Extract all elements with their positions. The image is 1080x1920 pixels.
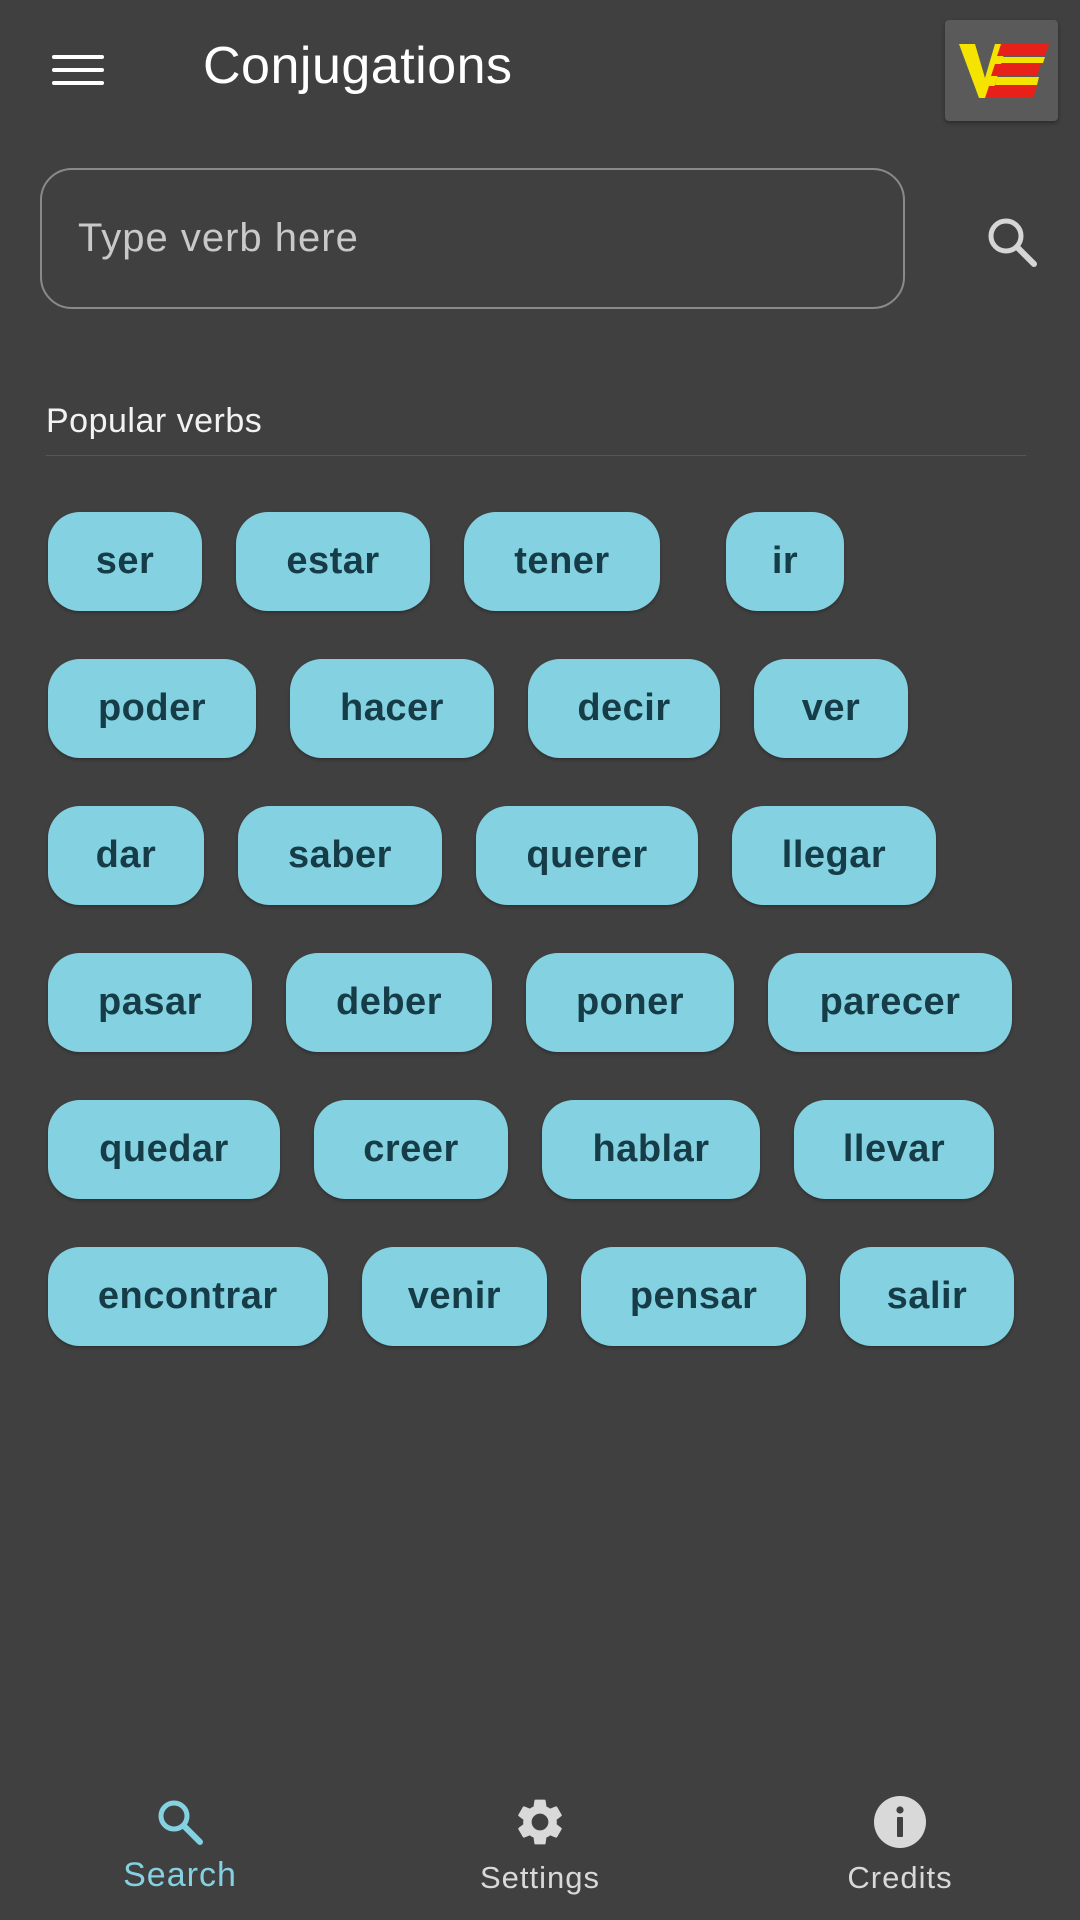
verb-chip-poder[interactable]: poder [48,659,256,758]
nav-credits[interactable]: Credits [780,1760,1020,1920]
verb-chip-deber[interactable]: deber [286,953,492,1052]
verb-search-input[interactable] [76,170,866,307]
verb-chip-pasar[interactable]: pasar [48,953,252,1052]
search-icon [152,1794,208,1850]
verb-chip-dar[interactable]: dar [48,806,204,905]
app-bar: Conjugations [0,0,1080,140]
search-icon[interactable] [980,210,1044,274]
nav-settings[interactable]: Settings [420,1760,660,1920]
verb-chip-ir[interactable]: ir [726,512,844,611]
verb-chip-hablar[interactable]: hablar [542,1100,760,1199]
hamburger-menu-icon[interactable] [52,55,106,89]
verb-chip-tener[interactable]: tener [464,512,660,611]
verb-chip-querer[interactable]: querer [476,806,698,905]
nav-settings-label: Settings [479,1860,600,1895]
verb-chip-row: quedar creer hablar llevar [48,1100,1048,1199]
page-title: Conjugations [203,37,513,95]
popular-verbs-heading: Popular verbs [46,402,263,440]
verb-chip-saber[interactable]: saber [238,806,442,905]
verb-chip-hacer[interactable]: hacer [290,659,494,758]
info-icon [872,1794,928,1850]
verb-chip-parecer[interactable]: parecer [768,953,1012,1052]
gear-icon [512,1794,568,1850]
verb-chip-decir[interactable]: decir [528,659,720,758]
nav-search[interactable]: Search [60,1760,300,1920]
verb-chip-llevar[interactable]: llevar [794,1100,994,1199]
verb-chip-encontrar[interactable]: encontrar [48,1247,328,1346]
verb-chip-quedar[interactable]: quedar [48,1100,280,1199]
verb-chip-poner[interactable]: poner [526,953,734,1052]
verb-chip-list: ser estar tener ir poder hacer decir ver dar sabe… [48,512,1048,1394]
verb-chip-salir[interactable]: salir [840,1247,1014,1346]
verb-chip-row: pasar deber poner parecer [48,953,1048,1052]
verb-chip-row: poder hacer decir ver [48,659,1048,758]
verb-chip-ser[interactable]: ser [48,512,202,611]
verb-chip-venir[interactable]: venir [361,1247,548,1346]
bottom-navigation: Search Settings Credits [0,1760,1080,1920]
divider [46,455,1026,456]
verb-chip-row: encontrar venir pensar salir [48,1247,1048,1346]
nav-credits-label: Credits [847,1860,953,1895]
flag-logo-icon [959,44,1049,98]
nav-search-label: Search [123,1856,237,1894]
verb-chip-pensar[interactable]: pensar [581,1247,807,1346]
app-logo[interactable] [945,20,1058,121]
verb-chip-row: ser estar tener ir [48,512,1048,611]
verb-chip-ver[interactable]: ver [754,659,908,758]
verb-chip-llegar[interactable]: llegar [732,806,936,905]
search-field [40,168,905,309]
verb-chip-creer[interactable]: creer [314,1100,508,1199]
verb-chip-estar[interactable]: estar [236,512,430,611]
verb-chip-row: dar saber querer llegar [48,806,1048,905]
